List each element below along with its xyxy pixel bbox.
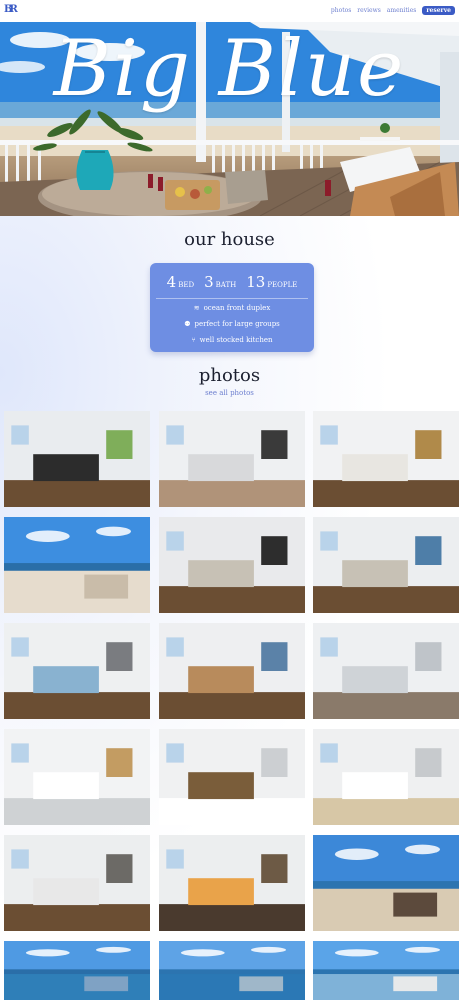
photo-thumbnail[interactable] xyxy=(4,411,150,507)
nav-link-amenities[interactable]: amenities xyxy=(387,7,417,14)
feature-large-groups-text: perfect for large groups xyxy=(194,320,280,328)
photo-thumbnail[interactable] xyxy=(159,941,305,1000)
photos-heading: photos xyxy=(198,365,261,386)
feature-large-groups: ⚉ perfect for large groups xyxy=(150,320,314,328)
feature-ocean-front-text: ocean front duplex xyxy=(203,304,271,312)
top-nav: BR photos reviews amenities reserve xyxy=(0,0,459,22)
feature-kitchen-text: well stocked kitchen xyxy=(199,336,273,344)
house-info-card: 4 BED 3 BATH 13 PEOPLE ≋ ocean front duplex … xyxy=(150,263,314,352)
house-stats: 4 BED 3 BATH 13 PEOPLE xyxy=(150,272,314,291)
see-all-photos-link[interactable]: see all photos xyxy=(0,389,459,397)
photo-thumbnail[interactable] xyxy=(313,729,459,825)
stat-people-value: 13 xyxy=(246,273,266,291)
photo-thumbnail[interactable] xyxy=(313,941,459,1000)
hero-image: Big Blue xyxy=(0,22,459,216)
nav-links: photos reviews amenities reserve xyxy=(331,6,455,15)
stat-bath-value: 3 xyxy=(204,273,214,291)
wave-icon: ≋ xyxy=(193,304,200,312)
photo-thumbnail[interactable] xyxy=(4,729,150,825)
stat-people-label: PEOPLE xyxy=(267,281,298,289)
photo-thumbnail[interactable] xyxy=(4,623,150,719)
utensils-icon: ⑂ xyxy=(191,336,196,344)
stat-people: 13 PEOPLE xyxy=(246,272,297,291)
photo-thumbnail[interactable] xyxy=(313,835,459,931)
photo-thumbnail[interactable] xyxy=(4,941,150,1000)
feature-kitchen: ⑂ well stocked kitchen xyxy=(150,336,314,344)
hero-title: Big Blue xyxy=(53,24,406,114)
photo-thumbnail[interactable] xyxy=(4,517,150,613)
photo-thumbnail[interactable] xyxy=(159,411,305,507)
feature-ocean-front: ≋ ocean front duplex xyxy=(150,304,314,312)
photo-thumbnail[interactable] xyxy=(159,517,305,613)
photo-thumbnail[interactable] xyxy=(313,623,459,719)
reserve-button[interactable]: reserve xyxy=(422,6,455,15)
photo-thumbnail[interactable] xyxy=(4,835,150,931)
site-logo[interactable]: BR xyxy=(4,3,18,17)
stat-bed-value: 4 xyxy=(166,273,177,291)
nav-link-reviews[interactable]: reviews xyxy=(357,7,381,14)
stat-bath-label: BATH xyxy=(215,281,237,289)
card-divider xyxy=(156,298,308,299)
photo-thumbnail[interactable] xyxy=(159,835,305,931)
photo-thumbnail[interactable] xyxy=(313,517,459,613)
stat-bed: 4 BED xyxy=(167,272,194,291)
group-icon: ⚉ xyxy=(184,320,191,328)
photo-thumbnail[interactable] xyxy=(313,411,459,507)
photo-thumbnail[interactable] xyxy=(159,729,305,825)
stat-bed-label: BED xyxy=(178,281,195,289)
stat-bath: 3 BATH xyxy=(204,272,236,291)
photo-thumbnail[interactable] xyxy=(159,623,305,719)
nav-link-photos[interactable]: photos xyxy=(331,7,351,14)
our-house-heading: our house xyxy=(184,229,275,250)
